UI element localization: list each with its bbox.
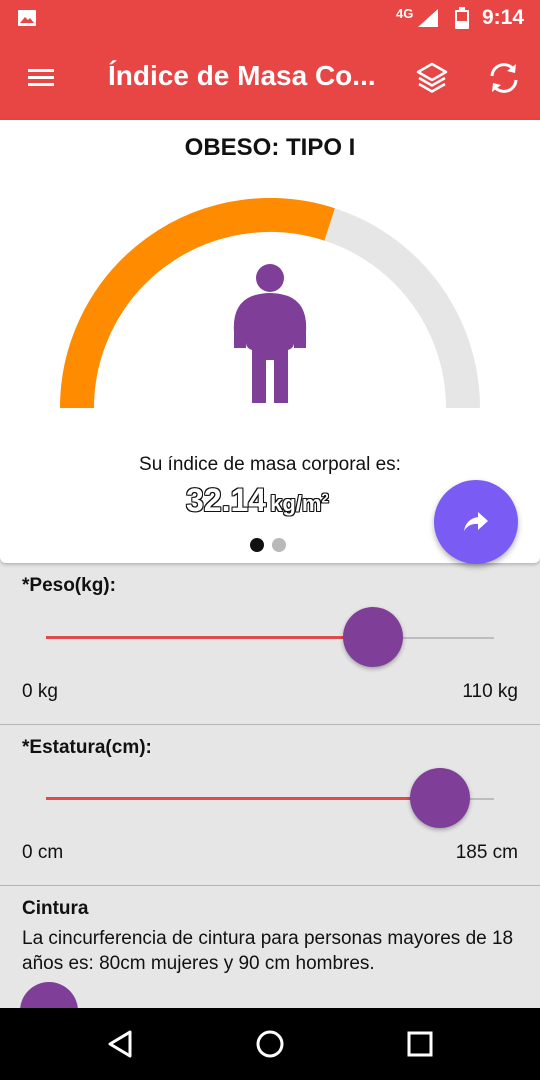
image-icon	[18, 10, 36, 26]
signal-icon	[418, 9, 438, 27]
height-label: *Estatura(cm):	[22, 737, 152, 758]
height-slider[interactable]	[46, 768, 494, 832]
network-type: 4G	[396, 6, 414, 21]
height-thumb[interactable]	[410, 768, 471, 828]
bmi-unit-exponent: 2	[321, 490, 329, 506]
page-dot-1[interactable]	[250, 538, 264, 552]
share-button[interactable]	[434, 480, 518, 564]
refresh-icon[interactable]	[484, 58, 524, 98]
height-track-fill	[46, 797, 441, 800]
bmi-category: OBESO: TIPO I	[184, 134, 356, 161]
weight-slider[interactable]	[46, 607, 494, 671]
weight-min: 0 kg	[22, 681, 58, 702]
back-icon[interactable]	[104, 1028, 136, 1060]
bmi-label: Su índice de masa corporal es:	[139, 454, 401, 475]
person-icon	[233, 264, 307, 403]
bmi-unit-text: kg/m	[270, 491, 322, 516]
height-max: 185 cm	[455, 842, 518, 863]
waist-title: Cintura	[22, 898, 89, 919]
battery-icon	[455, 7, 469, 29]
height-section: *Estatura(cm): 0 cm 185 cm	[0, 725, 540, 886]
weight-section: *Peso(kg): 0 kg 110 kg	[0, 563, 540, 725]
share-icon	[464, 512, 488, 531]
weight-label: *Peso(kg):	[22, 575, 116, 596]
waist-section: Cintura La cincurferencia de cintura par…	[0, 886, 540, 1008]
bmi-number: 32.14	[186, 482, 267, 518]
weight-thumb[interactable]	[343, 607, 404, 667]
bmi-unit: kg/m2	[270, 491, 329, 516]
status-bar: 4G 9:14	[0, 0, 540, 36]
home-icon[interactable]	[254, 1028, 286, 1060]
page-indicator	[250, 538, 294, 557]
weight-max: 110 kg	[462, 681, 518, 702]
weight-track-fill	[46, 636, 374, 639]
height-min: 0 cm	[22, 842, 64, 863]
app-bar: Índice de Masa Co...	[0, 36, 540, 120]
navigation-bar	[0, 1008, 540, 1080]
clock: 9:14	[482, 6, 525, 29]
menu-icon[interactable]	[20, 62, 62, 94]
waist-description: La cincurferencia de cintura para person…	[22, 928, 514, 974]
layers-icon[interactable]	[412, 58, 452, 98]
waist-slider-thumb[interactable]	[20, 982, 78, 1008]
recents-icon[interactable]	[404, 1028, 436, 1060]
page-dot-2[interactable]	[272, 538, 286, 552]
page-title: Índice de Masa Co...	[108, 60, 376, 91]
bmi-gauge	[60, 198, 480, 409]
bmi-value: 32.14 kg/m2	[186, 482, 329, 519]
